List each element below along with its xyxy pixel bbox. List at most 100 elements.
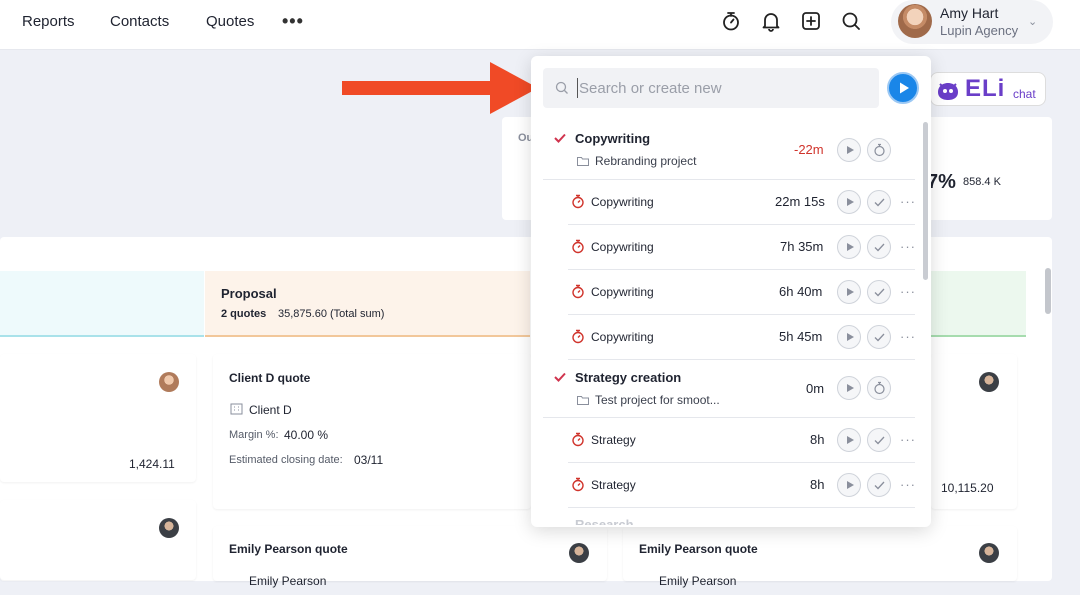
user-organization: Lupin Agency (940, 23, 1019, 38)
play-button[interactable] (837, 138, 861, 162)
more-options-icon[interactable]: ··· (900, 477, 916, 492)
check-icon (554, 372, 566, 382)
folder-icon (577, 157, 589, 166)
time-entry-row[interactable]: Copywriting 5h 45m ··· (568, 315, 915, 360)
stopwatch-icon (572, 239, 584, 254)
task-row[interactable]: Copywriting Rebranding project -22m (543, 121, 915, 180)
play-icon (847, 333, 854, 341)
play-button[interactable] (837, 235, 861, 259)
more-options-icon[interactable]: ··· (900, 239, 916, 254)
play-button[interactable] (837, 280, 861, 304)
task-title: Strategy creation (575, 370, 682, 385)
stopwatch-icon (874, 381, 885, 395)
quote-card-client-d[interactable]: Client D quote Client D Margin %: 40.00 … (213, 354, 531, 509)
board-scrollbar[interactable] (1045, 268, 1051, 314)
stopwatch-icon (572, 477, 584, 492)
search-icon[interactable] (840, 10, 862, 32)
quote-title: Emily Pearson quote (229, 542, 348, 556)
stats-value: 858.4 K (963, 176, 1001, 188)
stage-column-proposal: Proposal 2 quotes 35,875.60 (Total sum) (205, 271, 530, 337)
quote-card[interactable]: 1,424.11 (0, 354, 196, 482)
entry-time: 7h 35m (780, 239, 824, 254)
task-time: -22m (794, 142, 824, 157)
complete-button[interactable] (867, 280, 891, 304)
quote-amount: 10,115.20 (941, 481, 994, 495)
add-new-icon[interactable] (800, 10, 822, 32)
pointer-arrow-annotation (342, 62, 538, 114)
play-button[interactable] (837, 473, 861, 497)
complete-button[interactable] (867, 428, 891, 452)
eli-sub-text: chat (1013, 87, 1036, 101)
time-entry-row[interactable]: Strategy 8h ··· (568, 418, 915, 463)
timer-icon[interactable] (720, 10, 742, 32)
task-row[interactable]: Strategy creation Test project for smoot… (543, 360, 915, 418)
quote-card-emily-pearson[interactable]: Emily Pearson quote Emily Pearson (213, 526, 607, 588)
closing-date-value: 03/11 (354, 453, 384, 467)
entry-time: 8h (810, 477, 825, 492)
notifications-bell-icon[interactable] (760, 10, 782, 32)
closing-date-label: Estimated closing date: (229, 454, 343, 466)
eli-mascot-icon (938, 83, 958, 100)
avatar (569, 543, 589, 563)
margin-label: Margin %: (229, 429, 279, 441)
nav-reports[interactable]: Reports (22, 13, 75, 30)
quote-card-emily-pearson[interactable]: Emily Pearson quote Emily Pearson (623, 526, 1017, 588)
start-timer-button[interactable] (887, 72, 919, 104)
chevron-down-icon[interactable]: ⌄ (1028, 15, 1037, 28)
avatar (159, 372, 179, 392)
stats-percent: 7% (927, 171, 956, 193)
time-entry-row[interactable]: Copywriting 7h 35m ··· (568, 225, 915, 270)
quote-title: Client D quote (229, 371, 311, 385)
entry-label: Strategy (591, 478, 636, 492)
quote-card-right[interactable]: 10,115.20 (931, 354, 1017, 509)
check-icon (874, 481, 885, 490)
time-entry-row[interactable]: Copywriting 22m 15s ··· (568, 180, 915, 225)
play-button[interactable] (837, 428, 861, 452)
more-options-icon[interactable]: ··· (900, 329, 916, 344)
play-button[interactable] (837, 376, 861, 400)
play-icon (847, 243, 854, 251)
stage-column-header-left (0, 271, 204, 337)
complete-button[interactable] (867, 473, 891, 497)
dropdown-scrollbar[interactable] (923, 122, 928, 280)
stopwatch-icon (572, 194, 584, 209)
avatar (159, 518, 179, 538)
search-input[interactable] (577, 78, 867, 98)
quote-card[interactable] (0, 500, 196, 580)
play-button[interactable] (837, 190, 861, 214)
user-name: Amy Hart (940, 5, 999, 21)
timer-button[interactable] (867, 138, 891, 162)
complete-button[interactable] (867, 190, 891, 214)
nav-quotes[interactable]: Quotes (206, 13, 254, 30)
stage-title: Proposal (221, 286, 277, 301)
play-icon (847, 288, 854, 296)
time-entry-row[interactable]: Strategy 8h ··· (568, 463, 915, 508)
check-icon (554, 133, 566, 143)
search-box[interactable] (543, 68, 879, 108)
eli-chat-button[interactable]: ELi chat (930, 72, 1046, 106)
time-entry-row[interactable]: Copywriting 6h 40m ··· (568, 270, 915, 315)
entry-label: Strategy (591, 433, 636, 447)
task-project: Rebranding project (595, 154, 697, 168)
timer-button[interactable] (867, 376, 891, 400)
check-icon (874, 333, 885, 342)
quote-client: Emily Pearson (249, 574, 327, 588)
task-row-partial[interactable]: Research (543, 512, 915, 525)
play-icon (847, 481, 854, 489)
check-icon (874, 243, 885, 252)
complete-button[interactable] (867, 325, 891, 349)
complete-button[interactable] (867, 235, 891, 259)
entry-time: 5h 45m (779, 329, 823, 344)
nav-contacts[interactable]: Contacts (110, 13, 169, 30)
entry-time: 22m 15s (775, 194, 825, 209)
more-options-icon[interactable]: ··· (900, 194, 916, 209)
entry-time: 8h (810, 432, 825, 447)
play-button[interactable] (837, 325, 861, 349)
check-icon (874, 198, 885, 207)
play-icon (900, 82, 909, 94)
more-options-icon[interactable]: ··· (900, 284, 916, 299)
more-options-icon[interactable]: ··· (900, 432, 916, 447)
avatar (979, 543, 999, 563)
play-icon (847, 198, 854, 206)
more-menu-icon[interactable]: ••• (282, 11, 304, 32)
